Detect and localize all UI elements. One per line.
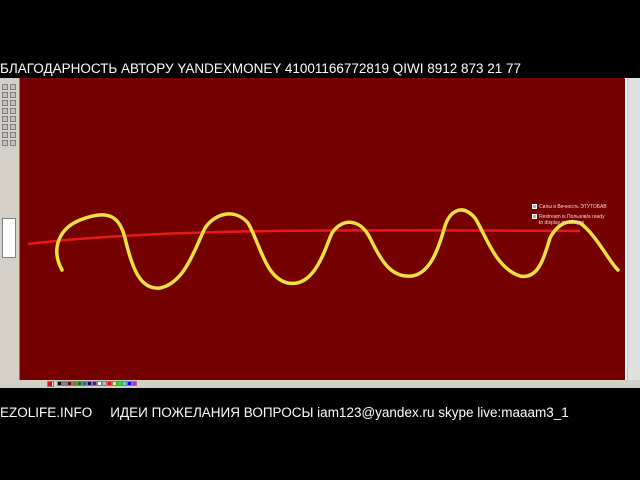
yellow-wave <box>55 208 620 290</box>
tool-rounded-rect[interactable] <box>10 140 16 146</box>
current-color-indicator <box>47 381 54 387</box>
color-palette <box>0 380 640 388</box>
tool-eraser[interactable] <box>2 92 8 98</box>
tool-ellipse[interactable] <box>2 140 8 146</box>
top-banner: БЛАГОДАРНОСТЬ АВТОРУ YANDEXMONEY 4100116… <box>0 61 522 76</box>
site-name: EZOLIFE.INFO <box>0 405 93 420</box>
label-checkbox-1 <box>532 204 537 209</box>
tool-rectangle[interactable] <box>2 132 8 138</box>
toolbox <box>0 78 20 388</box>
tool-line[interactable] <box>2 124 8 130</box>
tool-magnifier[interactable] <box>10 100 16 106</box>
tool-brush[interactable] <box>10 108 16 114</box>
tool-fill[interactable] <box>10 92 16 98</box>
canvas-label-1: Силы в Вечность ЭТУТОБАВ <box>539 204 607 210</box>
drawing-canvas[interactable]: Силы в Вечность ЭТУТОБАВ Restream is Пол… <box>20 78 625 380</box>
primary-color-swatch <box>48 382 52 386</box>
tool-text[interactable] <box>10 116 16 122</box>
tool-options[interactable] <box>2 218 16 258</box>
bottom-banner: EZOLIFE.INFO ИДЕИ ПОЖЕЛАНИЯ ВОПРОСЫ iam12… <box>0 404 640 422</box>
contact-text: ИДЕИ ПОЖЕЛАНИЯ ВОПРОСЫ iam123@yandex.ru … <box>110 405 569 420</box>
palette-swatch[interactable] <box>132 381 137 386</box>
red-line <box>27 229 581 246</box>
tool-airbrush[interactable] <box>2 116 8 122</box>
canvas-drawing <box>27 208 620 290</box>
tool-select[interactable] <box>10 84 16 90</box>
label-checkbox-2 <box>532 214 537 219</box>
vertical-scrollbar[interactable] <box>627 78 640 380</box>
tool-free-select[interactable] <box>2 84 8 90</box>
tool-curve[interactable] <box>10 124 16 130</box>
paint-window: Силы в Вечность ЭТУТОБАВ Restream is Пол… <box>0 78 640 388</box>
tool-polygon[interactable] <box>10 132 16 138</box>
tool-pencil[interactable] <box>2 108 8 114</box>
canvas-label-2: Restream is Пользов/а ready to display m… <box>539 214 605 226</box>
tool-picker[interactable] <box>2 100 8 106</box>
